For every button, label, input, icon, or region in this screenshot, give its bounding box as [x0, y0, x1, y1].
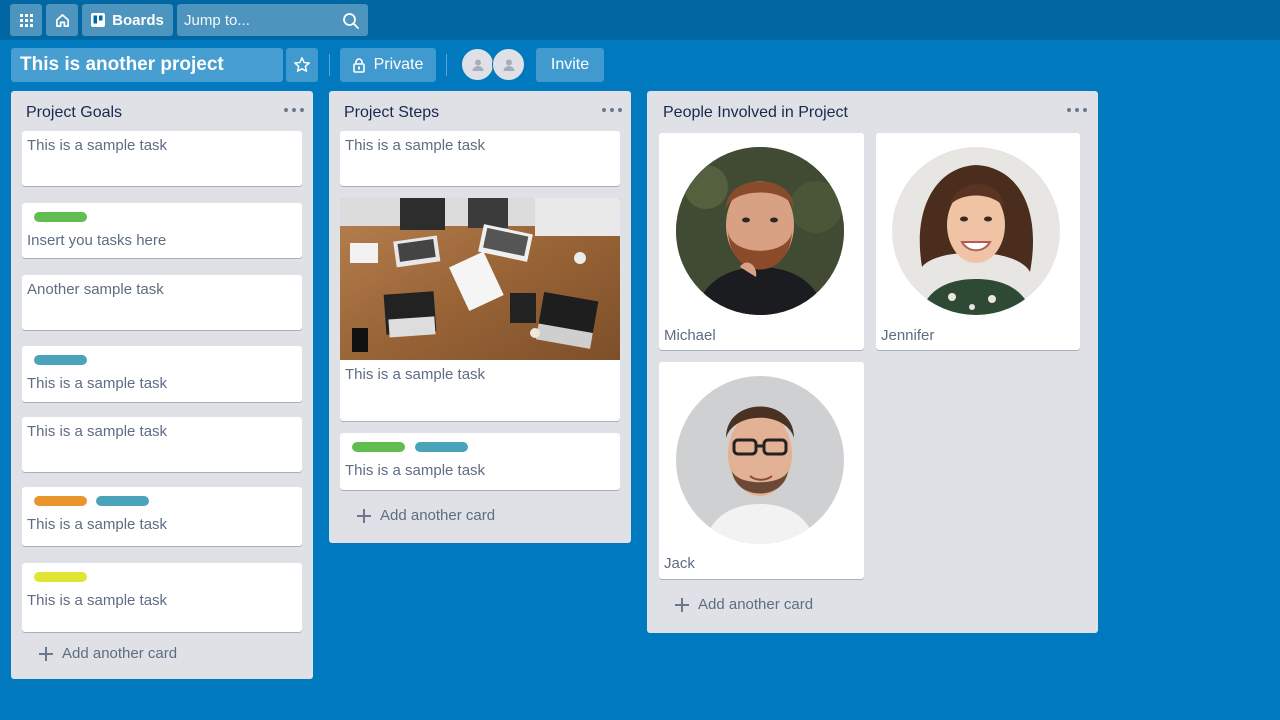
invite-button[interactable]: Invite: [536, 48, 604, 82]
member-avatar[interactable]: [461, 48, 494, 81]
apps-grid-button[interactable]: [10, 4, 42, 36]
star-board-button[interactable]: [286, 48, 318, 82]
list-card[interactable]: Another sample task: [22, 275, 302, 330]
home-button[interactable]: [46, 4, 78, 36]
lock-icon: [352, 57, 365, 73]
plus-icon: [357, 508, 371, 523]
list-menu-icon[interactable]: [602, 103, 622, 117]
home-icon: [55, 13, 69, 27]
card-label-green[interactable]: [34, 212, 87, 222]
list-project-goals: Project Goals This is a sample task Inse…: [11, 91, 313, 679]
add-card-label: Add another card: [698, 596, 814, 613]
plus-icon: [39, 646, 53, 661]
card-title: This is a sample task: [345, 462, 486, 479]
person-card[interactable]: Jack: [659, 362, 864, 579]
header-divider: [446, 54, 447, 76]
person-card[interactable]: Michael: [659, 133, 864, 350]
privacy-label: Private: [373, 56, 424, 73]
add-card-button[interactable]: Add another card: [39, 645, 177, 662]
man-with-glasses-photo: [676, 376, 844, 544]
boards-label: Boards: [112, 11, 164, 29]
list-menu-icon[interactable]: [284, 103, 304, 117]
plus-icon: [675, 597, 689, 612]
card-label-blue[interactable]: [415, 442, 468, 452]
star-icon: [294, 57, 310, 73]
list-card[interactable]: This is a sample task: [22, 563, 302, 632]
add-card-label: Add another card: [380, 507, 496, 524]
jump-to-search-input[interactable]: [177, 4, 368, 36]
privacy-button[interactable]: Private: [340, 48, 436, 82]
card-title: This is a sample task: [345, 137, 486, 154]
card-title: This is a sample task: [345, 366, 486, 383]
card-label-green[interactable]: [352, 442, 405, 452]
card-title: This is a sample task: [27, 375, 168, 392]
bearded-man-photo: [676, 147, 844, 315]
list-title: People Involved in Project: [663, 104, 848, 121]
header-divider: [329, 54, 330, 76]
boards-icon: [91, 13, 106, 27]
user-icon: [472, 59, 483, 71]
card-title: This is a sample task: [27, 516, 168, 533]
card-title: This is a sample task: [27, 592, 168, 609]
list-card[interactable]: This is a sample task: [340, 131, 620, 186]
list-title: Project Steps: [344, 104, 440, 121]
top-navigation-bar: Boards: [0, 0, 1280, 40]
list-card[interactable]: Insert you tasks here: [22, 203, 302, 258]
card-title: This is a sample task: [27, 137, 168, 154]
card-label-blue[interactable]: [96, 496, 149, 506]
list-card[interactable]: This is a sample task: [22, 346, 302, 402]
list-card[interactable]: This is a sample task: [22, 417, 302, 472]
list-menu-icon[interactable]: [1067, 103, 1087, 117]
list-card[interactable]: This is a sample task: [340, 198, 620, 421]
smiling-woman-photo: [892, 147, 1060, 315]
member-avatar[interactable]: [492, 48, 525, 81]
list-people-involved: People Involved in Project Michael Jenni…: [647, 91, 1098, 633]
board-title[interactable]: This is another project: [11, 48, 283, 82]
add-card-button[interactable]: Add another card: [357, 507, 495, 524]
user-icon: [503, 59, 514, 71]
card-label-orange[interactable]: [34, 496, 87, 506]
add-card-label: Add another card: [62, 645, 178, 662]
list-title: Project Goals: [26, 104, 123, 121]
boards-button[interactable]: Boards: [82, 4, 173, 36]
card-title: This is a sample task: [27, 423, 168, 440]
list-project-steps: Project Steps This is a sample task This…: [329, 91, 631, 543]
apps-grid-icon: [19, 13, 33, 27]
card-label-yellow[interactable]: [34, 572, 87, 582]
list-card[interactable]: This is a sample task: [22, 487, 302, 546]
list-card[interactable]: This is a sample task: [22, 131, 302, 186]
person-name: Michael: [664, 327, 716, 344]
search-icon[interactable]: [342, 12, 360, 30]
card-title: Another sample task: [27, 281, 164, 298]
add-card-button[interactable]: Add another card: [675, 596, 813, 613]
person-name: Jennifer: [881, 327, 935, 344]
card-label-blue[interactable]: [34, 355, 87, 365]
person-card[interactable]: Jennifer: [876, 133, 1080, 350]
card-title: Insert you tasks here: [27, 232, 167, 249]
list-card[interactable]: This is a sample task: [340, 433, 620, 490]
person-name: Jack: [664, 555, 695, 572]
office-meeting-photo: [340, 198, 620, 360]
